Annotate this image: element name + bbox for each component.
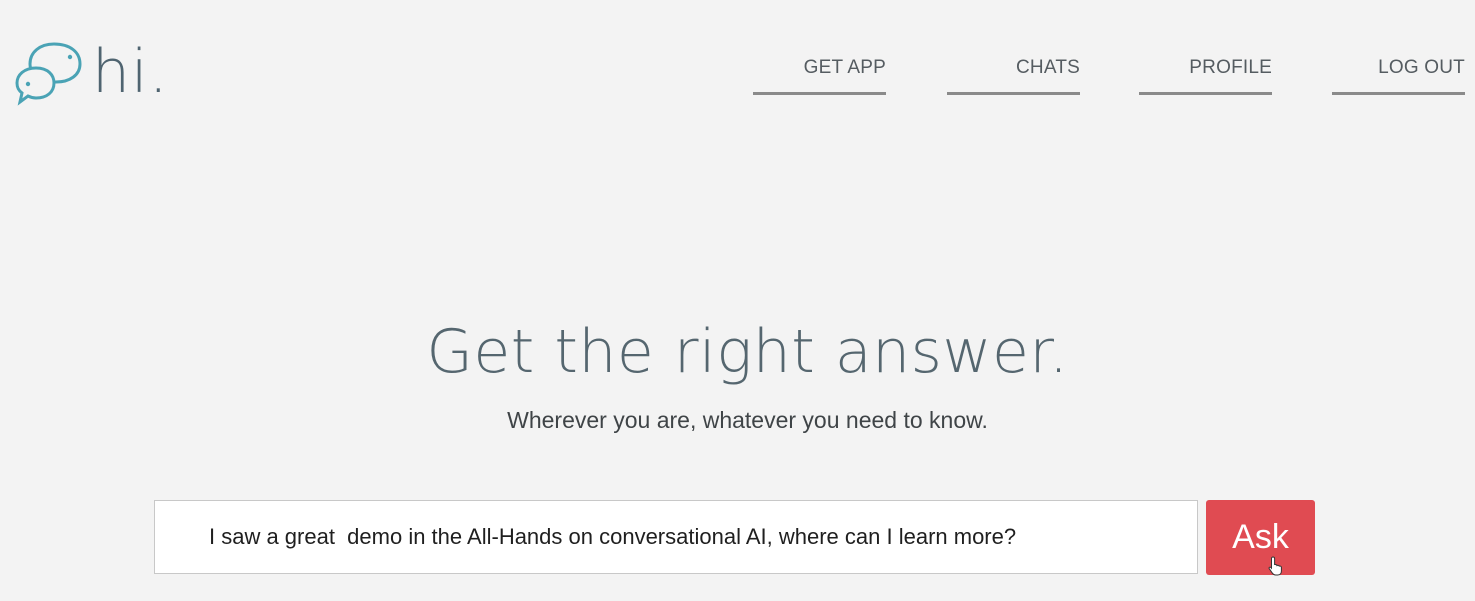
nav-log-out-link[interactable]: LOG OUT <box>1332 56 1465 95</box>
top-nav: GET APP CHATS PROFILE LOG OUT <box>753 56 1465 98</box>
hero-title: Get the right answer. <box>426 317 1069 387</box>
hero-subtitle: Wherever you are, whatever you need to k… <box>507 407 988 433</box>
question-input[interactable] <box>154 500 1198 574</box>
nav-chats-link[interactable]: CHATS <box>947 56 1080 95</box>
logo[interactable]: hi. <box>14 38 169 118</box>
chat-bubbles-icon <box>15 42 82 106</box>
hand-pointer-icon <box>1268 556 1282 576</box>
ask-button[interactable]: Ask <box>1206 500 1315 575</box>
page: hi. GET APP CHATS PROFILE LOG OUT Get th… <box>0 0 1475 601</box>
nav-get-app-link[interactable]: GET APP <box>753 56 886 95</box>
nav-profile-link[interactable]: PROFILE <box>1139 56 1272 95</box>
logo-wordmark: hi. <box>92 37 169 107</box>
